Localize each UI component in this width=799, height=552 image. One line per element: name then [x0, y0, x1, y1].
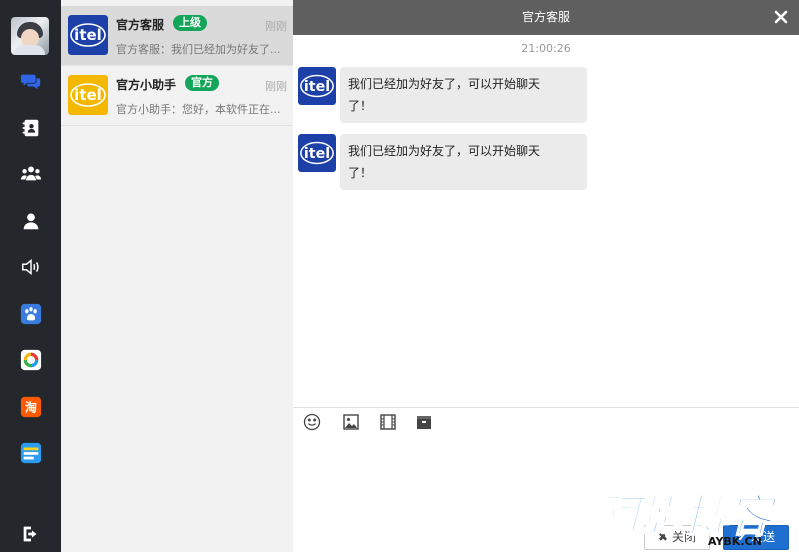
group-icon: [20, 166, 41, 181]
nav-sound[interactable]: [0, 244, 61, 290]
watermark-logo: 阿影博客 AYBK.CN: [596, 490, 779, 548]
app-window: 淘 itel 官方客服 上级 刚刚 官方客服：我们已经加为好友了... itel…: [0, 0, 799, 552]
user-icon: [23, 213, 38, 230]
nav-contacts[interactable]: [0, 105, 61, 151]
logout-icon: [23, 526, 36, 542]
conversation-item-assistant[interactable]: itel 官方小助手 官方 刚刚 官方小助手：您好，本软件正在...: [61, 66, 293, 126]
conversation-preview: 官方客服：我们已经加为好友了...: [116, 43, 281, 56]
image-icon: [343, 414, 359, 430]
chat-panel: 官方客服 21:00:26 itel 我们已经加为好友了，可以开始聊天 了！ i…: [293, 0, 799, 552]
notes-app-icon: [20, 442, 41, 464]
ring-app-icon: [20, 349, 41, 371]
message-text: 我们已经加为好友了，可以开始聊天: [348, 144, 541, 158]
image-button[interactable]: [342, 413, 360, 431]
chat-icon: [20, 74, 40, 90]
nav-rail: 淘: [0, 0, 61, 552]
status-badge: 官方: [185, 75, 219, 91]
message-text: 了！: [348, 166, 373, 180]
conversation-time: 刚刚: [265, 80, 287, 93]
nav-chat[interactable]: [0, 58, 61, 104]
svg-text:itel: itel: [74, 86, 102, 104]
itel-avatar-icon: itel: [298, 67, 336, 105]
emoji-button[interactable]: [303, 413, 321, 431]
emoji-icon: [303, 413, 321, 431]
video-icon: [380, 414, 396, 430]
file-button[interactable]: [415, 413, 433, 431]
conversation-item-official-service[interactable]: itel 官方客服 上级 刚刚 官方客服：我们已经加为好友了...: [61, 6, 293, 66]
message-text: 我们已经加为好友了，可以开始聊天: [348, 77, 541, 91]
input-toolbar: [293, 407, 799, 437]
video-button[interactable]: [379, 413, 397, 431]
message-timestamp: 21:00:26: [521, 42, 571, 55]
nav-profile[interactable]: [0, 198, 61, 244]
message-bubble: 我们已经加为好友了，可以开始聊天 了！: [340, 134, 587, 190]
file-icon: [417, 416, 431, 429]
paw-app-icon: [20, 303, 41, 325]
conversation-list: itel 官方客服 上级 刚刚 官方客服：我们已经加为好友了... itel 官…: [61, 0, 293, 552]
svg-text:淘: 淘: [25, 401, 37, 415]
chat-title: 官方客服: [521, 10, 570, 24]
svg-text:itel: itel: [74, 26, 102, 44]
contacts-icon: [22, 119, 38, 137]
user-avatar[interactable]: [11, 17, 49, 55]
speaker-icon: [21, 259, 39, 275]
close-icon[interactable]: [773, 9, 789, 25]
message-bubble: 我们已经加为好友了，可以开始聊天 了！: [340, 67, 587, 123]
nav-app-notes[interactable]: [0, 430, 61, 476]
conversation-preview: 官方小助手：您好，本软件正在...: [116, 103, 281, 116]
itel-avatar-icon: itel: [298, 134, 336, 172]
svg-text:itel: itel: [304, 146, 330, 162]
conversation-name: 官方客服: [116, 18, 165, 32]
svg-text:AYBK.CN: AYBK.CN: [708, 535, 762, 548]
svg-text:itel: itel: [304, 79, 330, 95]
nav-app-taobao[interactable]: 淘: [0, 384, 61, 430]
conversation-name: 官方小助手: [116, 78, 177, 92]
taobao-app-icon: 淘: [20, 396, 41, 418]
chat-header: 官方客服: [293, 0, 799, 35]
itel-logo-icon: itel: [68, 15, 108, 55]
nav-app-ring[interactable]: [0, 337, 61, 383]
nav-app-paw[interactable]: [0, 291, 61, 337]
logout-button[interactable]: [0, 511, 61, 552]
status-badge: 上级: [173, 15, 207, 31]
itel-logo-icon: itel: [68, 75, 108, 115]
conversation-time: 刚刚: [265, 20, 287, 33]
message-text: 了！: [348, 99, 373, 113]
nav-groups[interactable]: [0, 151, 61, 197]
